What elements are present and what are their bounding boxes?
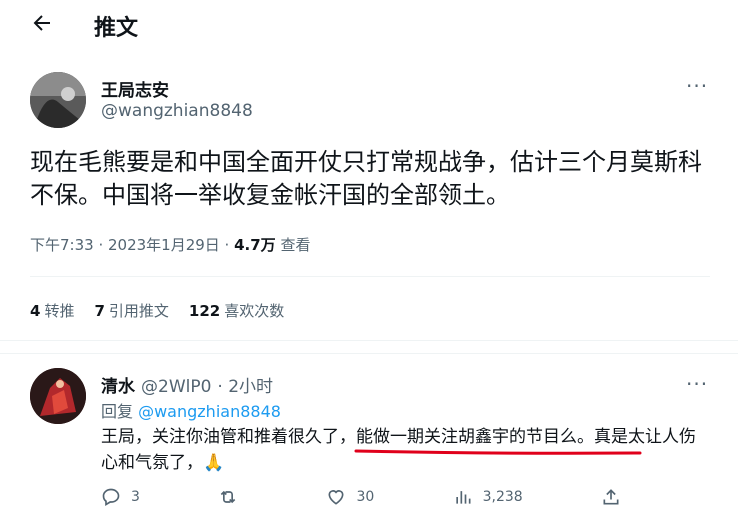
author-avatar[interactable] — [30, 72, 86, 128]
tweet-meta: 下午7:33 · 2023年1月29日 · 4.7万 查看 — [30, 234, 310, 255]
engagement-stats: 4 转推 7 引用推文 122 喜欢次数 — [30, 300, 284, 321]
reply-author-name[interactable]: 清水 — [101, 372, 135, 397]
share-icon — [603, 489, 619, 505]
reply-icon — [102, 488, 120, 506]
retweet-icon — [220, 490, 236, 504]
retweet-button[interactable] — [218, 487, 248, 507]
share-button[interactable] — [601, 487, 621, 507]
likes-stat[interactable]: 122 喜欢次数 — [189, 300, 284, 321]
divider — [0, 340, 738, 341]
tweet-text: 现在毛熊要是和中国全面开仗只打常规战争，估计三个月莫斯科不保。中国将一举收复金帐… — [30, 148, 702, 209]
author-handle[interactable]: @wangzhian8848 — [101, 101, 253, 121]
views-label: 查看 — [275, 236, 311, 254]
more-icon[interactable]: ··· — [686, 372, 708, 396]
reply-to-handle[interactable]: @wangzhian8848 — [138, 402, 281, 421]
reply-button[interactable]: 3 — [101, 487, 140, 507]
red-underline-annotation — [354, 449, 642, 455]
author-name[interactable]: 王局志安 — [101, 76, 169, 101]
views-button[interactable]: 3,238 — [453, 487, 523, 507]
page-title: 推文 — [94, 16, 139, 41]
back-arrow-icon[interactable] — [30, 11, 54, 35]
reply-author-handle[interactable]: @2WlP0 — [141, 377, 211, 397]
reply-time[interactable]: · 2小时 — [217, 372, 273, 397]
views-icon — [455, 491, 471, 504]
divider — [30, 276, 710, 277]
more-icon[interactable]: ··· — [686, 74, 708, 98]
tweet-time[interactable]: 下午7:33 · 2023年1月29日 · — [30, 236, 234, 254]
divider — [0, 353, 738, 354]
reply-header: 清水 @2WlP0 · 2小时 — [101, 372, 273, 397]
reply-avatar[interactable] — [30, 368, 86, 424]
like-icon — [328, 490, 344, 505]
views-count: 4.7万 — [234, 236, 276, 254]
retweets-stat[interactable]: 4 转推 — [30, 300, 74, 321]
reply-to: 回复 @wangzhian8848 — [101, 402, 281, 421]
quotes-stat[interactable]: 7 引用推文 — [94, 300, 168, 321]
reply-actions: 3 30 3,238 — [101, 487, 621, 507]
like-button[interactable]: 30 — [326, 487, 374, 507]
